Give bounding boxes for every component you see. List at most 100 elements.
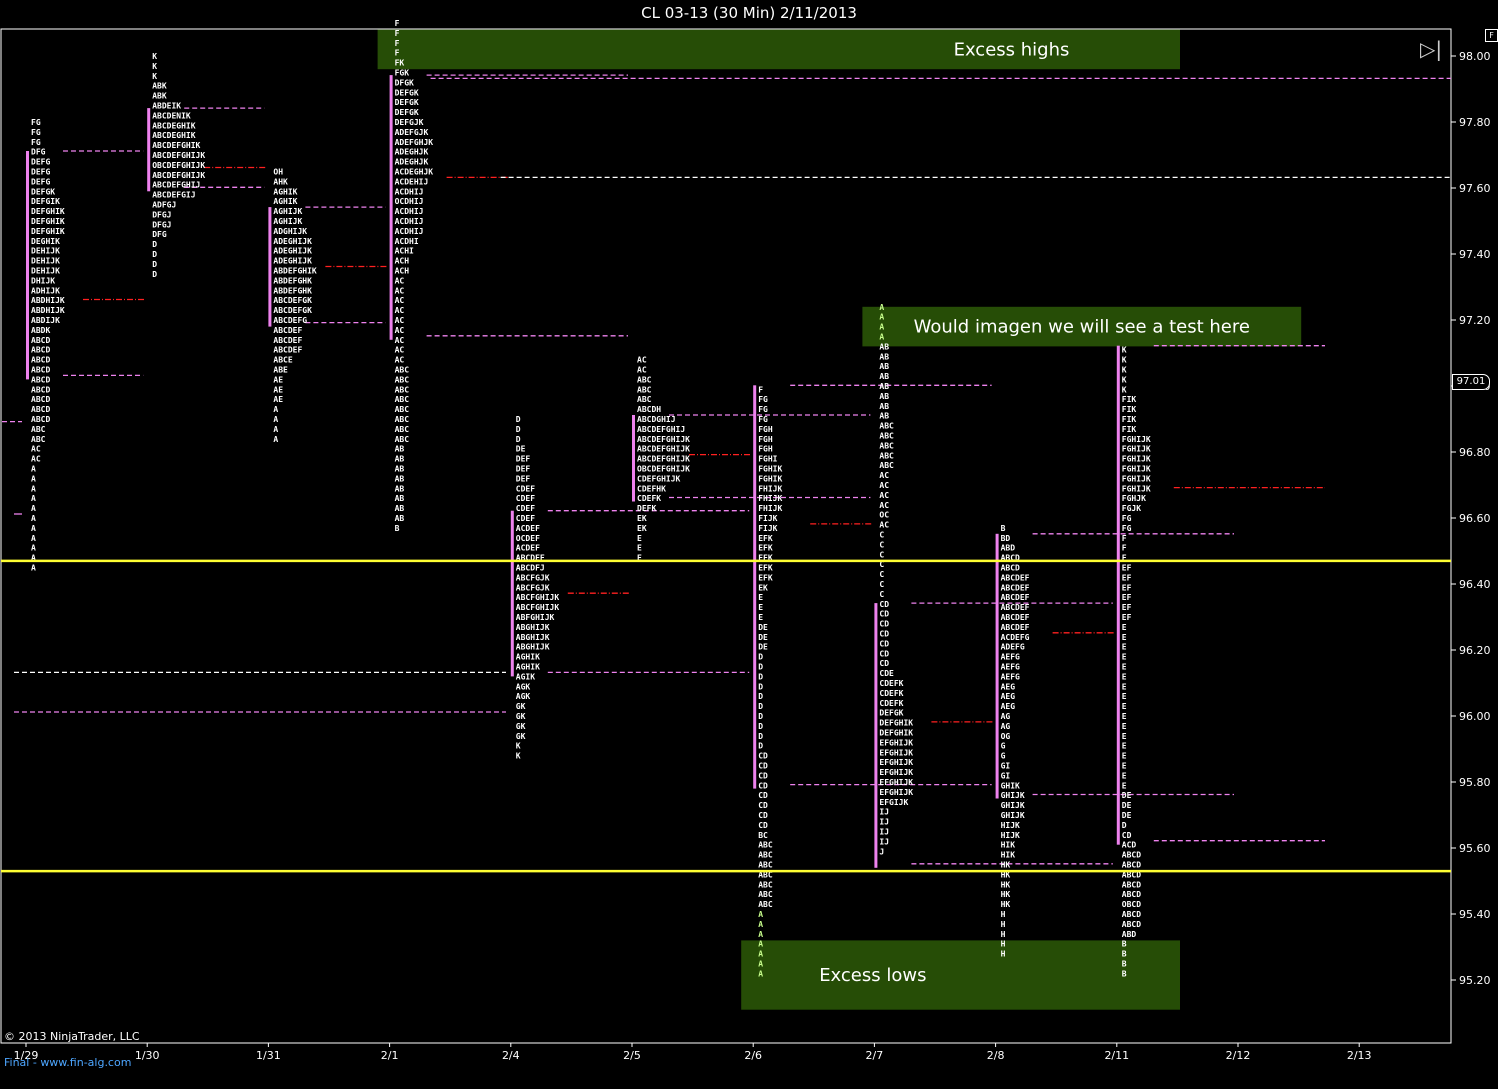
tpo-row: E	[758, 613, 763, 622]
date-axis[interactable]: 1/29 1/30 1/31 2/1 2/4 2/5 2/6 2/7 2/8 2/11 2/12 2/…	[14, 1043, 1372, 1062]
tpo-row: HIJK	[1001, 821, 1020, 830]
tpo-row: DEFGK	[395, 98, 419, 107]
tpo-row: D	[516, 425, 521, 434]
tpo-row: ABC	[758, 841, 773, 850]
tpo-row: EK	[758, 583, 768, 592]
value-area-bar	[632, 415, 635, 502]
tpo-row: FGHI	[758, 455, 777, 464]
horizontal-lines-layer	[1, 559, 1451, 873]
tpo-row: A	[758, 940, 763, 949]
tpo-row: CD	[879, 639, 889, 648]
tpo-row: AGHIK	[516, 663, 540, 672]
tpo-row: CD	[758, 762, 768, 771]
tpo-row: OCDHIJ	[395, 197, 424, 206]
tpo-row: E	[1122, 653, 1127, 662]
tpo-row: ABCD	[1122, 890, 1141, 899]
tpo-row: ADFGJ	[152, 201, 176, 210]
tpo-row: EF	[1122, 583, 1132, 592]
tpo-row: ABCDEFGHIJK	[152, 151, 205, 160]
tpo-row: K	[152, 72, 157, 81]
tpo-row: AC	[879, 501, 889, 510]
tpo-row: DEFK	[637, 504, 656, 513]
tpo-row: EFK	[758, 573, 773, 582]
tpo-row: DEFGHIK	[31, 227, 65, 236]
tpo-row: ACH	[395, 267, 410, 276]
chart-options-button[interactable]: F	[1485, 29, 1498, 42]
tpo-row: DE	[758, 643, 768, 652]
tpo-row: AB	[879, 342, 889, 351]
tpo-row: AC	[395, 336, 405, 345]
tpo-row: F	[758, 385, 763, 394]
tpo-row: ABC	[395, 385, 410, 394]
tpo-row: F	[395, 39, 400, 48]
tpo-row: E	[1122, 623, 1127, 632]
tpo-row: H	[1001, 930, 1006, 939]
tpo-row: ADEFGHJK	[395, 138, 434, 147]
tpo-row: AG	[1001, 722, 1011, 731]
tpo-row: AB	[879, 362, 889, 371]
tpo-row: IJ	[879, 837, 889, 846]
tpo-row: ABCDEFGHIJ	[152, 181, 200, 190]
market-profile-chart[interactable]: Excess highs Would imagen we will see a t…	[0, 0, 1498, 1089]
tpo-row: ABCDEGHIK	[152, 131, 196, 140]
tpo-row: EFGIJK	[879, 798, 908, 807]
tpo-row: A	[273, 435, 278, 444]
tpo-row: A	[31, 564, 36, 573]
tpo-row: CD	[758, 811, 768, 820]
tpo-row: ACDHIJ	[395, 187, 424, 196]
tpo-row: ABK	[152, 92, 167, 101]
tpo-row: ABC	[31, 425, 46, 434]
tpo-row: FG	[1122, 524, 1132, 533]
annotation-box	[741, 940, 1180, 1010]
tpo-row: E	[1122, 762, 1127, 771]
tpo-row: AEG	[1001, 682, 1016, 691]
price-tick-label: 95.60	[1459, 842, 1491, 855]
tpo-row: ABCDEF	[1001, 603, 1030, 612]
tpo-row: AC	[395, 306, 405, 315]
tpo-row: ABGHIJK	[516, 643, 550, 652]
tpo-row: AB	[879, 402, 889, 411]
tpo-row: DEFG	[31, 177, 50, 186]
tpo-row: EFK	[758, 534, 773, 543]
tpo-row: CD	[879, 630, 889, 639]
price-tick-label: 96.00	[1459, 710, 1491, 723]
tpo-row: F	[395, 29, 400, 38]
tpo-row: ABC	[758, 890, 773, 899]
plot-border	[0, 28, 1452, 1044]
tpo-row: ABCD	[1122, 861, 1141, 870]
tpo-row: ABC	[637, 385, 652, 394]
copyright-notice: © 2013 NinjaTrader, LLC	[4, 1030, 140, 1043]
tpo-row: FGHIK	[758, 474, 782, 483]
tpo-row: E	[1122, 732, 1127, 741]
tpo-row: ABGHIJK	[516, 623, 550, 632]
tpo-row: FIK	[1122, 395, 1137, 404]
date-tick-label: 2/6	[744, 1049, 762, 1062]
tpo-row: FHIJK	[758, 484, 782, 493]
profile-2-8: BBDABDABCDABCDABCDEFABCDEFABCDEFABCDEFAB…	[995, 524, 1030, 959]
tpo-row: A	[758, 969, 763, 978]
price-tick-label: 95.20	[1459, 974, 1491, 987]
tpo-row: DHIJK	[31, 276, 55, 285]
scroll-to-end-icon[interactable]: ▷|	[1420, 37, 1442, 61]
date-tick-label: 2/12	[1226, 1049, 1251, 1062]
tpo-row: ABCFGJK	[516, 583, 550, 592]
tpo-row: HK	[1001, 861, 1011, 870]
tpo-row: ACDEHIJ	[395, 177, 429, 186]
price-axis[interactable]: 98.0097.8097.6097.4097.2097.0096.8096.60…	[1451, 50, 1491, 987]
tpo-row: GI	[1001, 762, 1011, 771]
price-tick-label: 97.80	[1459, 116, 1491, 129]
tpo-row: EF	[1122, 603, 1132, 612]
tpo-row: AC	[879, 481, 889, 490]
price-tick-label: 96.40	[1459, 578, 1491, 591]
tpo-row: CDEFK	[879, 679, 903, 688]
footer-link[interactable]: Final - www.fin-alg.com	[4, 1056, 131, 1069]
tpo-row: AGHIK	[273, 197, 297, 206]
tpo-row: EF	[1122, 573, 1132, 582]
tpo-row: ABC	[879, 432, 894, 441]
tpo-row: ABC	[395, 366, 410, 375]
tpo-row: ACH	[395, 257, 410, 266]
tpo-row: D	[758, 732, 763, 741]
tpo-row: HIK	[1001, 851, 1016, 860]
tpo-row: H	[1001, 920, 1006, 929]
tpo-row: ABCDEFGK	[273, 306, 312, 315]
